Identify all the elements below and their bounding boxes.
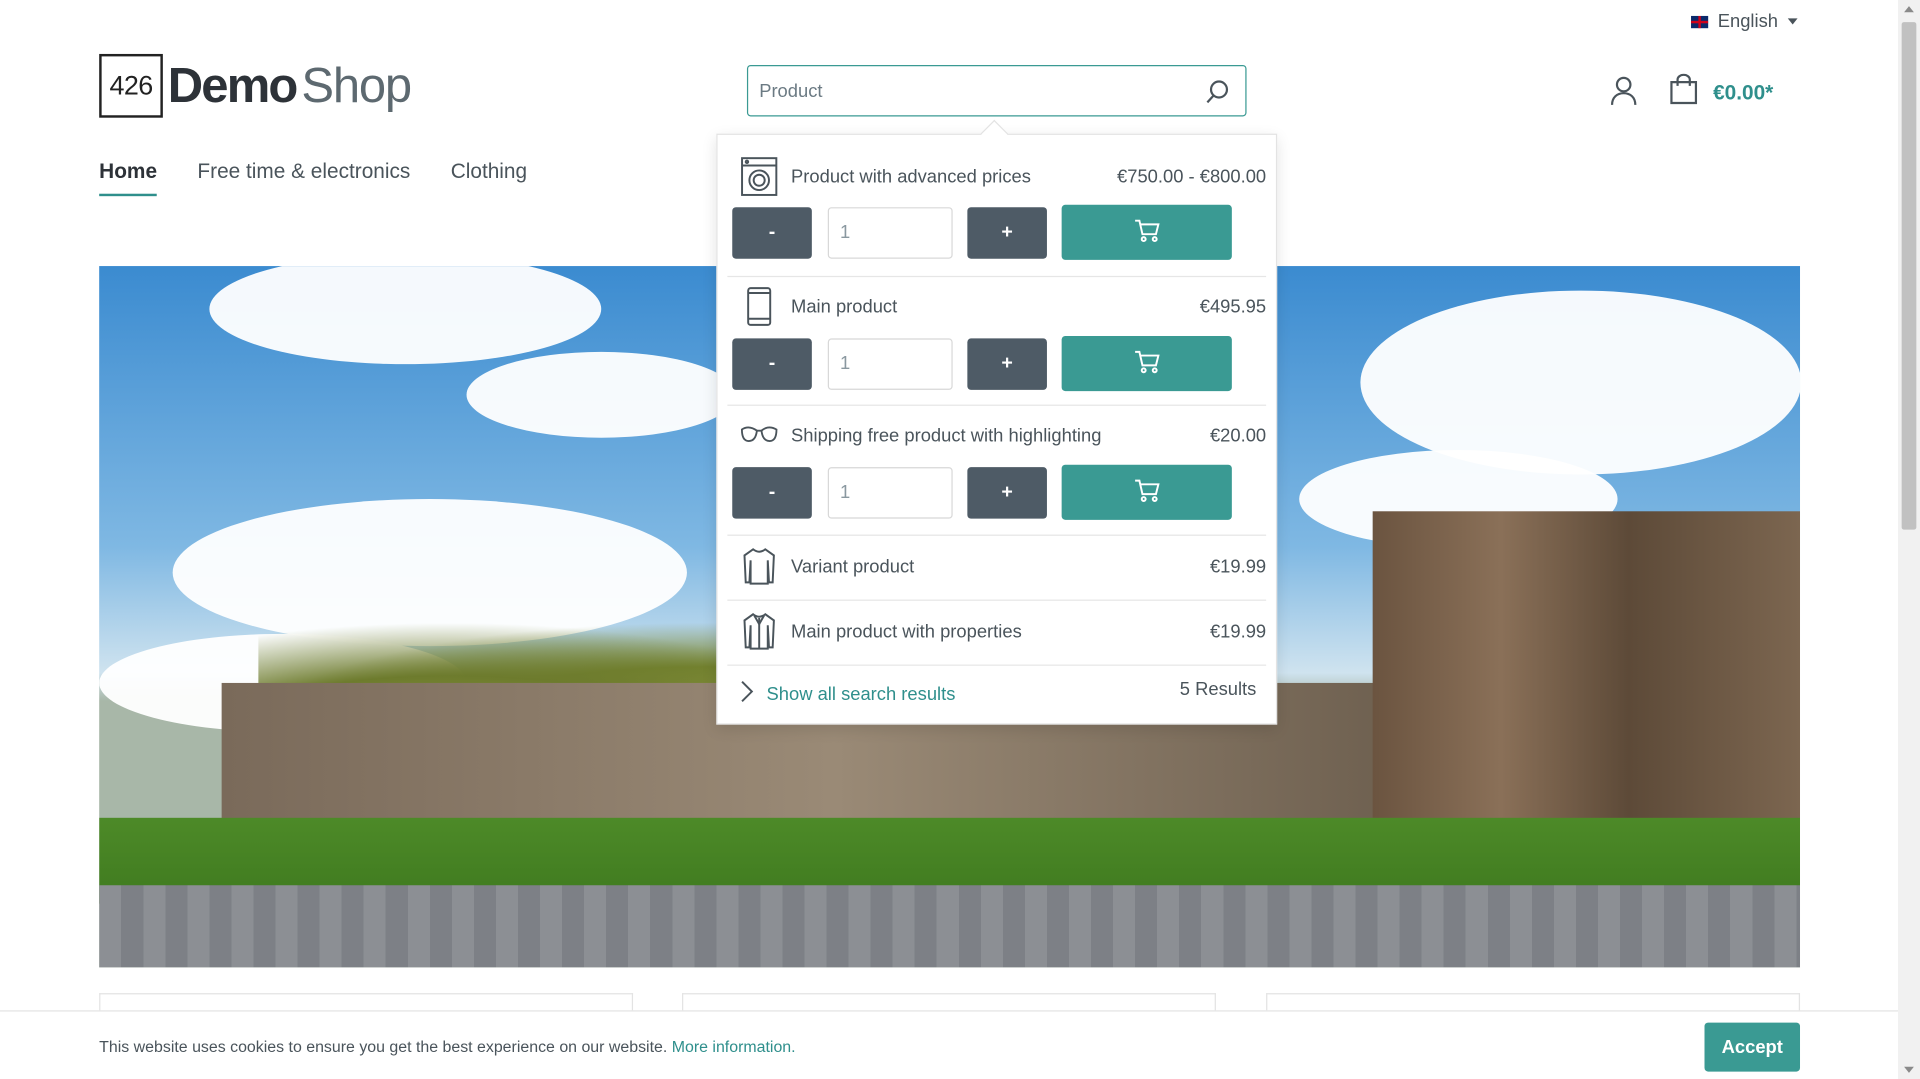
- cart-icon: [1133, 218, 1160, 246]
- result-name[interactable]: Product with advanced prices: [791, 166, 1117, 187]
- result-price: €19.99: [1209, 621, 1267, 642]
- scrollbar[interactable]: [1897, 0, 1920, 1079]
- search-suggestions-dropdown: Product with advanced prices €750.00 - €…: [716, 133, 1278, 725]
- chevron-right-icon: [740, 679, 755, 708]
- scrollbar-thumb[interactable]: [1901, 22, 1917, 530]
- cookie-banner: This website uses cookies to ensure you …: [0, 1010, 1898, 1079]
- shirt-icon: [740, 547, 779, 586]
- nav-item-home[interactable]: Home: [99, 159, 158, 197]
- result-name[interactable]: Main product: [791, 296, 1200, 317]
- add-to-cart-button[interactable]: [1061, 464, 1232, 520]
- results-count: 5 Results: [1179, 679, 1257, 701]
- cart-icon: [1133, 478, 1160, 506]
- scroll-down-arrow-icon[interactable]: [1904, 1066, 1914, 1073]
- result-name[interactable]: Main product with properties: [791, 621, 1210, 642]
- nav-item-free-time-electronics[interactable]: Free time & electronics: [197, 159, 410, 196]
- paving-shape: [99, 885, 1801, 968]
- result-price: €20.00: [1209, 424, 1267, 446]
- search-input[interactable]: [748, 66, 1189, 116]
- add-to-cart-button[interactable]: [1061, 204, 1232, 260]
- result-price: €750.00 - €800.00: [1117, 166, 1267, 187]
- scroll-up-arrow-icon[interactable]: [1904, 6, 1914, 13]
- shop-logo[interactable]: 426 Demo Shop: [99, 53, 412, 118]
- cart-button[interactable]: €0.00*: [1669, 73, 1774, 112]
- chevron-down-icon: [1787, 18, 1798, 25]
- logo-number: 426: [109, 69, 153, 101]
- search-result-row[interactable]: Shipping free product with highlighting …: [727, 416, 1266, 455]
- more-information-link[interactable]: More information.: [672, 1037, 796, 1055]
- decrease-quantity-button[interactable]: -: [732, 337, 812, 390]
- result-price: €495.95: [1199, 296, 1267, 317]
- search-result-item[interactable]: Main product with properties €19.99: [727, 601, 1267, 666]
- increase-quantity-button[interactable]: +: [967, 337, 1047, 390]
- quantity-controls: - 1 +: [732, 464, 1232, 520]
- show-all-label: Show all search results: [766, 683, 956, 705]
- decrease-quantity-button[interactable]: -: [732, 466, 812, 519]
- cookie-message: This website uses cookies to ensure you …: [99, 1037, 795, 1055]
- quantity-input[interactable]: 1: [827, 206, 953, 259]
- jacket-icon: [740, 612, 779, 651]
- main-navigation: Home Free time & electronics Clothing: [99, 159, 527, 197]
- search-result-row[interactable]: Main product €495.95: [727, 287, 1266, 326]
- account-icon[interactable]: [1609, 75, 1638, 113]
- cloud-shape: [466, 351, 736, 438]
- search-result-item: Main product €495.95 - 1 +: [727, 277, 1267, 406]
- nav-item-clothing[interactable]: Clothing: [451, 159, 527, 196]
- uk-flag-icon: [1690, 15, 1708, 28]
- accept-cookies-button[interactable]: Accept: [1704, 1022, 1801, 1072]
- smartphone-icon: [740, 287, 779, 326]
- quantity-input[interactable]: 1: [827, 466, 953, 519]
- quantity-controls: - 1 +: [732, 204, 1232, 260]
- search-box: [746, 64, 1247, 117]
- sunglasses-icon: [740, 416, 779, 455]
- increase-quantity-button[interactable]: +: [967, 206, 1047, 259]
- quantity-input[interactable]: 1: [827, 337, 953, 390]
- quantity-controls: - 1 +: [732, 335, 1232, 392]
- result-name[interactable]: Variant product: [791, 556, 1210, 577]
- cloud-shape: [209, 266, 602, 365]
- cloud-shape: [1360, 290, 1801, 475]
- washing-machine-icon: [740, 157, 779, 196]
- cart-total: €0.00*: [1713, 80, 1774, 104]
- add-to-cart-button[interactable]: [1061, 335, 1232, 392]
- logo-badge: 426: [99, 53, 163, 118]
- cart-icon: [1133, 349, 1160, 377]
- search-result-row[interactable]: Main product with properties €19.99: [727, 612, 1266, 651]
- search-icon[interactable]: [1204, 78, 1231, 111]
- language-selector[interactable]: English: [1690, 11, 1798, 32]
- search-result-row[interactable]: Product with advanced prices €750.00 - €…: [727, 157, 1266, 196]
- search-result-item: Shipping free product with highlighting …: [727, 406, 1267, 536]
- search-result-row[interactable]: Variant product €19.99: [727, 547, 1266, 586]
- language-label: English: [1717, 11, 1778, 32]
- search-result-item[interactable]: Variant product €19.99: [727, 536, 1267, 601]
- search-result-item: Product with advanced prices €750.00 - €…: [727, 135, 1267, 278]
- result-price: €19.99: [1209, 556, 1267, 577]
- cookie-text: This website uses cookies to ensure you …: [99, 1037, 668, 1056]
- page: English 426 Demo Shop €0.00* Home Free t…: [0, 0, 1920, 1079]
- decrease-quantity-button[interactable]: -: [732, 206, 812, 259]
- shopping-bag-icon: [1669, 73, 1698, 112]
- increase-quantity-button[interactable]: +: [967, 466, 1047, 519]
- result-name[interactable]: Shipping free product with highlighting: [791, 425, 1210, 446]
- logo-demo-text: Demo: [167, 58, 299, 113]
- show-all-results-link[interactable]: Show all search results: [740, 679, 956, 708]
- logo-shop-text: Shop: [301, 58, 412, 113]
